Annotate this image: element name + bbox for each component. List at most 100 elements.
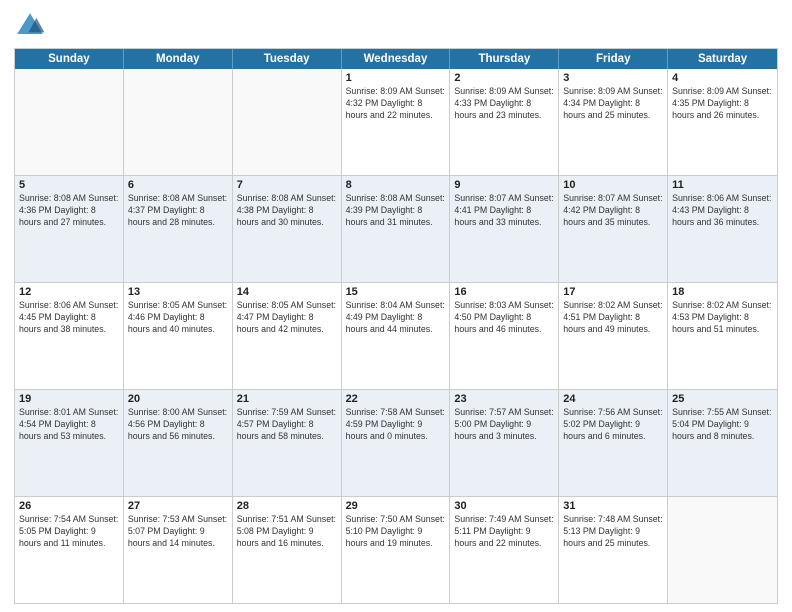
page: SundayMondayTuesdayWednesdayThursdayFrid…	[0, 0, 792, 612]
calendar-cell: 13Sunrise: 8:05 AM Sunset: 4:46 PM Dayli…	[124, 283, 233, 389]
day-number: 24	[563, 393, 663, 405]
calendar-cell: 7 Sunrise: 8:08 AM Sunset: 4:38 PM Daylig…	[233, 176, 342, 282]
calendar-cell: 21 Sunrise: 7:59 AM Sunset: 4:57 PM Dayli…	[233, 390, 342, 496]
day-number: 7	[237, 179, 337, 191]
day-detail: Sunrise: 8:06 AM Sunset: 4:43 PM Dayligh…	[672, 193, 773, 229]
day-detail: Sunrise: 7:59 AM Sunset: 4:57 PM Dayligh…	[237, 407, 337, 443]
calendar-day-header: Wednesday	[342, 49, 451, 69]
calendar-week: 1 Sunrise: 8:09 AM Sunset: 4:32 PM Daylig…	[15, 69, 777, 175]
day-detail: Sunrise: 8:08 AM Sunset: 4:39 PM Dayligh…	[346, 193, 446, 229]
calendar-week: 19 Sunrise: 8:01 AM Sunset: 4:54 PM Dayli…	[15, 389, 777, 496]
calendar-cell: 15Sunrise: 8:04 AM Sunset: 4:49 PM Dayli…	[342, 283, 451, 389]
day-detail: Sunrise: 8:08 AM Sunset: 4:36 PM Dayligh…	[19, 193, 119, 229]
calendar-cell: 10 Sunrise: 8:07 AM Sunset: 4:42 PM Dayli…	[559, 176, 668, 282]
day-number: 28	[237, 500, 337, 512]
day-detail: Sunrise: 7:58 AM Sunset: 4:59 PM Dayligh…	[346, 407, 446, 443]
day-detail: Sunrise: 7:50 AM Sunset: 5:10 PM Dayligh…	[346, 514, 446, 550]
day-number: 22	[346, 393, 446, 405]
calendar-cell: 26 Sunrise: 7:54 AM Sunset: 5:05 PM Dayli…	[15, 497, 124, 603]
calendar-cell: 23 Sunrise: 7:57 AM Sunset: 5:00 PM Dayli…	[450, 390, 559, 496]
day-number: 6	[128, 179, 228, 191]
calendar-day-header: Tuesday	[233, 49, 342, 69]
calendar-cell	[233, 69, 342, 175]
day-detail: Sunrise: 7:51 AM Sunset: 5:08 PM Dayligh…	[237, 514, 337, 550]
calendar-body: 1 Sunrise: 8:09 AM Sunset: 4:32 PM Daylig…	[15, 69, 777, 603]
calendar-cell: 19 Sunrise: 8:01 AM Sunset: 4:54 PM Dayli…	[15, 390, 124, 496]
header	[14, 10, 778, 42]
day-number: 17	[563, 286, 663, 298]
day-detail: Sunrise: 8:07 AM Sunset: 4:41 PM Dayligh…	[454, 193, 554, 229]
day-detail: Sunrise: 8:08 AM Sunset: 4:38 PM Dayligh…	[237, 193, 337, 229]
day-detail: Sunrise: 7:49 AM Sunset: 5:11 PM Dayligh…	[454, 514, 554, 550]
calendar-cell: 14 Sunrise: 8:05 AM Sunset: 4:47 PM Dayli…	[233, 283, 342, 389]
calendar-day-header: Sunday	[15, 49, 124, 69]
day-detail: Sunrise: 7:55 AM Sunset: 5:04 PM Dayligh…	[672, 407, 773, 443]
day-number: 16	[454, 286, 554, 298]
day-detail: Sunrise: 8:04 AM Sunset: 4:49 PM Dayligh…	[346, 300, 446, 336]
calendar-day-header: Thursday	[450, 49, 559, 69]
day-detail: Sunrise: 8:09 AM Sunset: 4:34 PM Dayligh…	[563, 86, 663, 122]
day-detail: Sunrise: 8:09 AM Sunset: 4:33 PM Dayligh…	[454, 86, 554, 122]
calendar-cell: 18Sunrise: 8:02 AM Sunset: 4:53 PM Dayli…	[668, 283, 777, 389]
day-detail: Sunrise: 8:06 AM Sunset: 4:45 PM Dayligh…	[19, 300, 119, 336]
day-number: 30	[454, 500, 554, 512]
calendar-cell: 8 Sunrise: 8:08 AM Sunset: 4:39 PM Daylig…	[342, 176, 451, 282]
calendar-day-header: Friday	[559, 49, 668, 69]
calendar-cell: 4Sunrise: 8:09 AM Sunset: 4:35 PM Daylig…	[668, 69, 777, 175]
calendar-cell: 11 Sunrise: 8:06 AM Sunset: 4:43 PM Dayli…	[668, 176, 777, 282]
logo	[14, 10, 50, 42]
day-number: 9	[454, 179, 554, 191]
day-number: 23	[454, 393, 554, 405]
calendar-day-header: Saturday	[668, 49, 777, 69]
calendar-cell: 31 Sunrise: 7:48 AM Sunset: 5:13 PM Dayli…	[559, 497, 668, 603]
calendar-cell: 3Sunrise: 8:09 AM Sunset: 4:34 PM Daylig…	[559, 69, 668, 175]
day-detail: Sunrise: 8:05 AM Sunset: 4:46 PM Dayligh…	[128, 300, 228, 336]
day-number: 26	[19, 500, 119, 512]
calendar-cell: 29Sunrise: 7:50 AM Sunset: 5:10 PM Dayli…	[342, 497, 451, 603]
calendar-cell: 2 Sunrise: 8:09 AM Sunset: 4:33 PM Daylig…	[450, 69, 559, 175]
calendar-week: 5 Sunrise: 8:08 AM Sunset: 4:36 PM Daylig…	[15, 175, 777, 282]
day-number: 12	[19, 286, 119, 298]
day-detail: Sunrise: 8:02 AM Sunset: 4:51 PM Dayligh…	[563, 300, 663, 336]
day-number: 31	[563, 500, 663, 512]
day-number: 21	[237, 393, 337, 405]
calendar-header: SundayMondayTuesdayWednesdayThursdayFrid…	[15, 49, 777, 69]
day-detail: Sunrise: 7:56 AM Sunset: 5:02 PM Dayligh…	[563, 407, 663, 443]
day-number: 5	[19, 179, 119, 191]
day-number: 8	[346, 179, 446, 191]
day-detail: Sunrise: 8:07 AM Sunset: 4:42 PM Dayligh…	[563, 193, 663, 229]
day-detail: Sunrise: 7:57 AM Sunset: 5:00 PM Dayligh…	[454, 407, 554, 443]
calendar-cell	[15, 69, 124, 175]
calendar-cell	[124, 69, 233, 175]
day-detail: Sunrise: 8:00 AM Sunset: 4:56 PM Dayligh…	[128, 407, 228, 443]
calendar-cell: 6Sunrise: 8:08 AM Sunset: 4:37 PM Daylig…	[124, 176, 233, 282]
logo-icon	[14, 10, 46, 42]
calendar-cell: 25 Sunrise: 7:55 AM Sunset: 5:04 PM Dayli…	[668, 390, 777, 496]
calendar-cell: 1 Sunrise: 8:09 AM Sunset: 4:32 PM Daylig…	[342, 69, 451, 175]
day-detail: Sunrise: 8:01 AM Sunset: 4:54 PM Dayligh…	[19, 407, 119, 443]
calendar-week: 26 Sunrise: 7:54 AM Sunset: 5:05 PM Dayli…	[15, 496, 777, 603]
calendar-cell: 16Sunrise: 8:03 AM Sunset: 4:50 PM Dayli…	[450, 283, 559, 389]
day-number: 2	[454, 72, 554, 84]
calendar-cell: 28 Sunrise: 7:51 AM Sunset: 5:08 PM Dayli…	[233, 497, 342, 603]
day-number: 25	[672, 393, 773, 405]
day-detail: Sunrise: 7:54 AM Sunset: 5:05 PM Dayligh…	[19, 514, 119, 550]
calendar-cell: 30 Sunrise: 7:49 AM Sunset: 5:11 PM Dayli…	[450, 497, 559, 603]
calendar-cell: 24 Sunrise: 7:56 AM Sunset: 5:02 PM Dayli…	[559, 390, 668, 496]
calendar-cell	[668, 497, 777, 603]
day-number: 4	[672, 72, 773, 84]
day-number: 19	[19, 393, 119, 405]
day-number: 11	[672, 179, 773, 191]
calendar-week: 12 Sunrise: 8:06 AM Sunset: 4:45 PM Dayli…	[15, 282, 777, 389]
day-number: 18	[672, 286, 773, 298]
calendar-cell: 17 Sunrise: 8:02 AM Sunset: 4:51 PM Dayli…	[559, 283, 668, 389]
calendar-cell: 27Sunrise: 7:53 AM Sunset: 5:07 PM Dayli…	[124, 497, 233, 603]
day-number: 14	[237, 286, 337, 298]
day-detail: Sunrise: 8:09 AM Sunset: 4:32 PM Dayligh…	[346, 86, 446, 122]
day-detail: Sunrise: 8:05 AM Sunset: 4:47 PM Dayligh…	[237, 300, 337, 336]
day-number: 1	[346, 72, 446, 84]
day-detail: Sunrise: 7:48 AM Sunset: 5:13 PM Dayligh…	[563, 514, 663, 550]
calendar-cell: 9 Sunrise: 8:07 AM Sunset: 4:41 PM Daylig…	[450, 176, 559, 282]
day-number: 10	[563, 179, 663, 191]
calendar-day-header: Monday	[124, 49, 233, 69]
